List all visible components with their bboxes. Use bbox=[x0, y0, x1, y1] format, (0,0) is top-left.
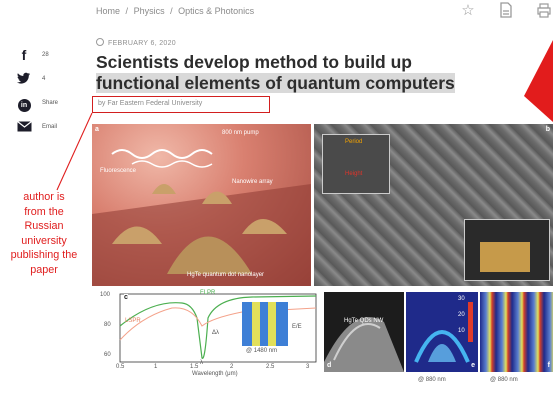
figure-panel-a: a 800 nm pump Nanowire array HgTe quantu… bbox=[92, 124, 311, 286]
panel-a-label: Nanowire array bbox=[232, 179, 273, 185]
panel-letter: d bbox=[327, 362, 332, 369]
panel-a-label: HgTe quantum dot nanolayer bbox=[187, 272, 265, 278]
y-tick: 60 bbox=[104, 352, 111, 358]
annotation-note: author is from the Russian university pu… bbox=[10, 191, 78, 276]
color-scale-tick: 20 bbox=[458, 312, 465, 318]
color-scale-tick: 30 bbox=[458, 296, 465, 302]
x-tick: 2.5 bbox=[266, 364, 275, 370]
y-tick: 80 bbox=[104, 322, 111, 328]
inset-axis-label: E/E bbox=[292, 324, 302, 330]
curve-label-lspr: LSPR bbox=[125, 318, 141, 324]
y-tick: 100 bbox=[100, 292, 111, 298]
fwhm-label: Δλ bbox=[212, 330, 220, 336]
inset-caption: @ 1480 nm bbox=[246, 348, 278, 354]
figure-panel-e: 30 20 10 e bbox=[406, 292, 478, 372]
figure-panel-d: HgTe QDs NW d bbox=[324, 292, 404, 372]
x-tick: 1.5 bbox=[190, 364, 199, 370]
figure-panel-c: c FLPR LSPR Δλ λ E/E @ 1480 nm 100 80 60… bbox=[92, 288, 320, 378]
panel-a-label: Fluorescence bbox=[100, 168, 137, 174]
x-tick: 2 bbox=[230, 364, 234, 370]
panel-letter: c bbox=[124, 294, 128, 301]
panel-letter: b bbox=[545, 126, 550, 133]
figure-panel-f: f bbox=[480, 292, 553, 372]
panel-a-label: 800 nm pump bbox=[222, 130, 259, 136]
panel-d-label: HgTe QDs NW bbox=[344, 318, 384, 324]
x-tick: 3 bbox=[306, 364, 310, 370]
panel-letter: f bbox=[547, 362, 550, 369]
color-scale-tick: 10 bbox=[458, 328, 465, 334]
panel-b-inset: Period Height bbox=[322, 134, 390, 194]
panel-letter: e bbox=[471, 362, 475, 369]
x-axis-label: Wavelength (μm) bbox=[192, 371, 238, 377]
panel-f-caption: @ 880 nm bbox=[490, 377, 518, 383]
x-tick: 1 bbox=[154, 364, 158, 370]
panel-e-caption: @ 880 nm bbox=[418, 377, 446, 383]
panel-letter: a bbox=[95, 126, 99, 133]
red-arrowhead-marker bbox=[524, 40, 553, 122]
x-tick: 0.5 bbox=[116, 364, 125, 370]
figure-panel-b: Period Height b bbox=[314, 124, 553, 286]
panel-b-photo-inset bbox=[464, 219, 550, 281]
lambda-label: λ bbox=[200, 360, 203, 366]
curve-label-flpr: FLPR bbox=[200, 290, 216, 296]
